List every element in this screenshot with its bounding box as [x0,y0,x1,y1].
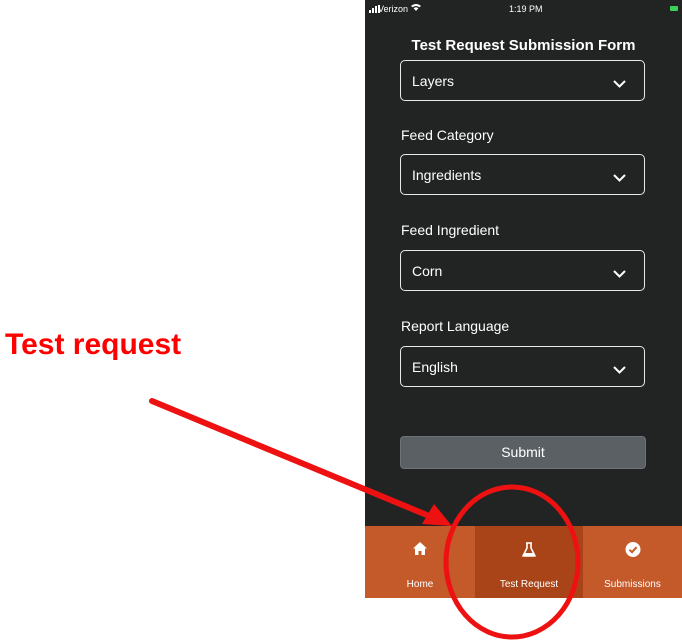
home-icon [413,542,427,558]
feed-category-select[interactable]: Ingredients [400,154,645,195]
tab-label: Test Request [499,579,559,590]
feed-ingredient-label: Feed Ingredient [401,222,500,238]
tab-submissions[interactable]: Submissions [583,526,682,598]
tab-test-request[interactable]: Test Request [475,526,583,598]
tab-label: Home [406,579,434,590]
chevron-down-icon [613,361,626,377]
tab-home[interactable]: Home [365,526,475,598]
feed-category-label: Feed Category [401,127,494,143]
select-value: English [412,359,458,375]
form-scroll-area[interactable]: Layers Feed Category Ingredients Feed In… [365,58,682,526]
select-value: Layers [412,73,455,89]
flask-icon [522,542,536,561]
tab-label: Submissions [604,579,661,590]
select-value: Corn [412,263,443,279]
wifi-icon [411,3,421,13]
bottom-tab-bar: Home Test Request Submissions [365,526,682,598]
report-language-label: Report Language [401,318,510,334]
chevron-down-icon [613,75,626,91]
annotation-label: Test request [5,328,182,361]
select-value: Ingredients [412,167,482,183]
status-bar: Verizon 1:19 PM [365,0,682,22]
battery-icon [670,6,678,11]
feed-ingredient-select[interactable]: Corn [400,250,645,291]
chevron-down-icon [613,265,626,281]
submit-button[interactable]: Submit [400,436,646,469]
check-circle-icon [625,542,640,560]
phone-screen: Verizon 1:19 PM Test Request Submission … [365,0,682,598]
layers-select[interactable]: Layers [400,60,645,101]
report-language-select[interactable]: English [400,346,645,387]
status-time: 1:19 PM [509,4,543,14]
chevron-down-icon [613,169,626,185]
carrier-label: Verizon [378,4,409,14]
page-title: Test Request Submission Form [411,37,636,54]
